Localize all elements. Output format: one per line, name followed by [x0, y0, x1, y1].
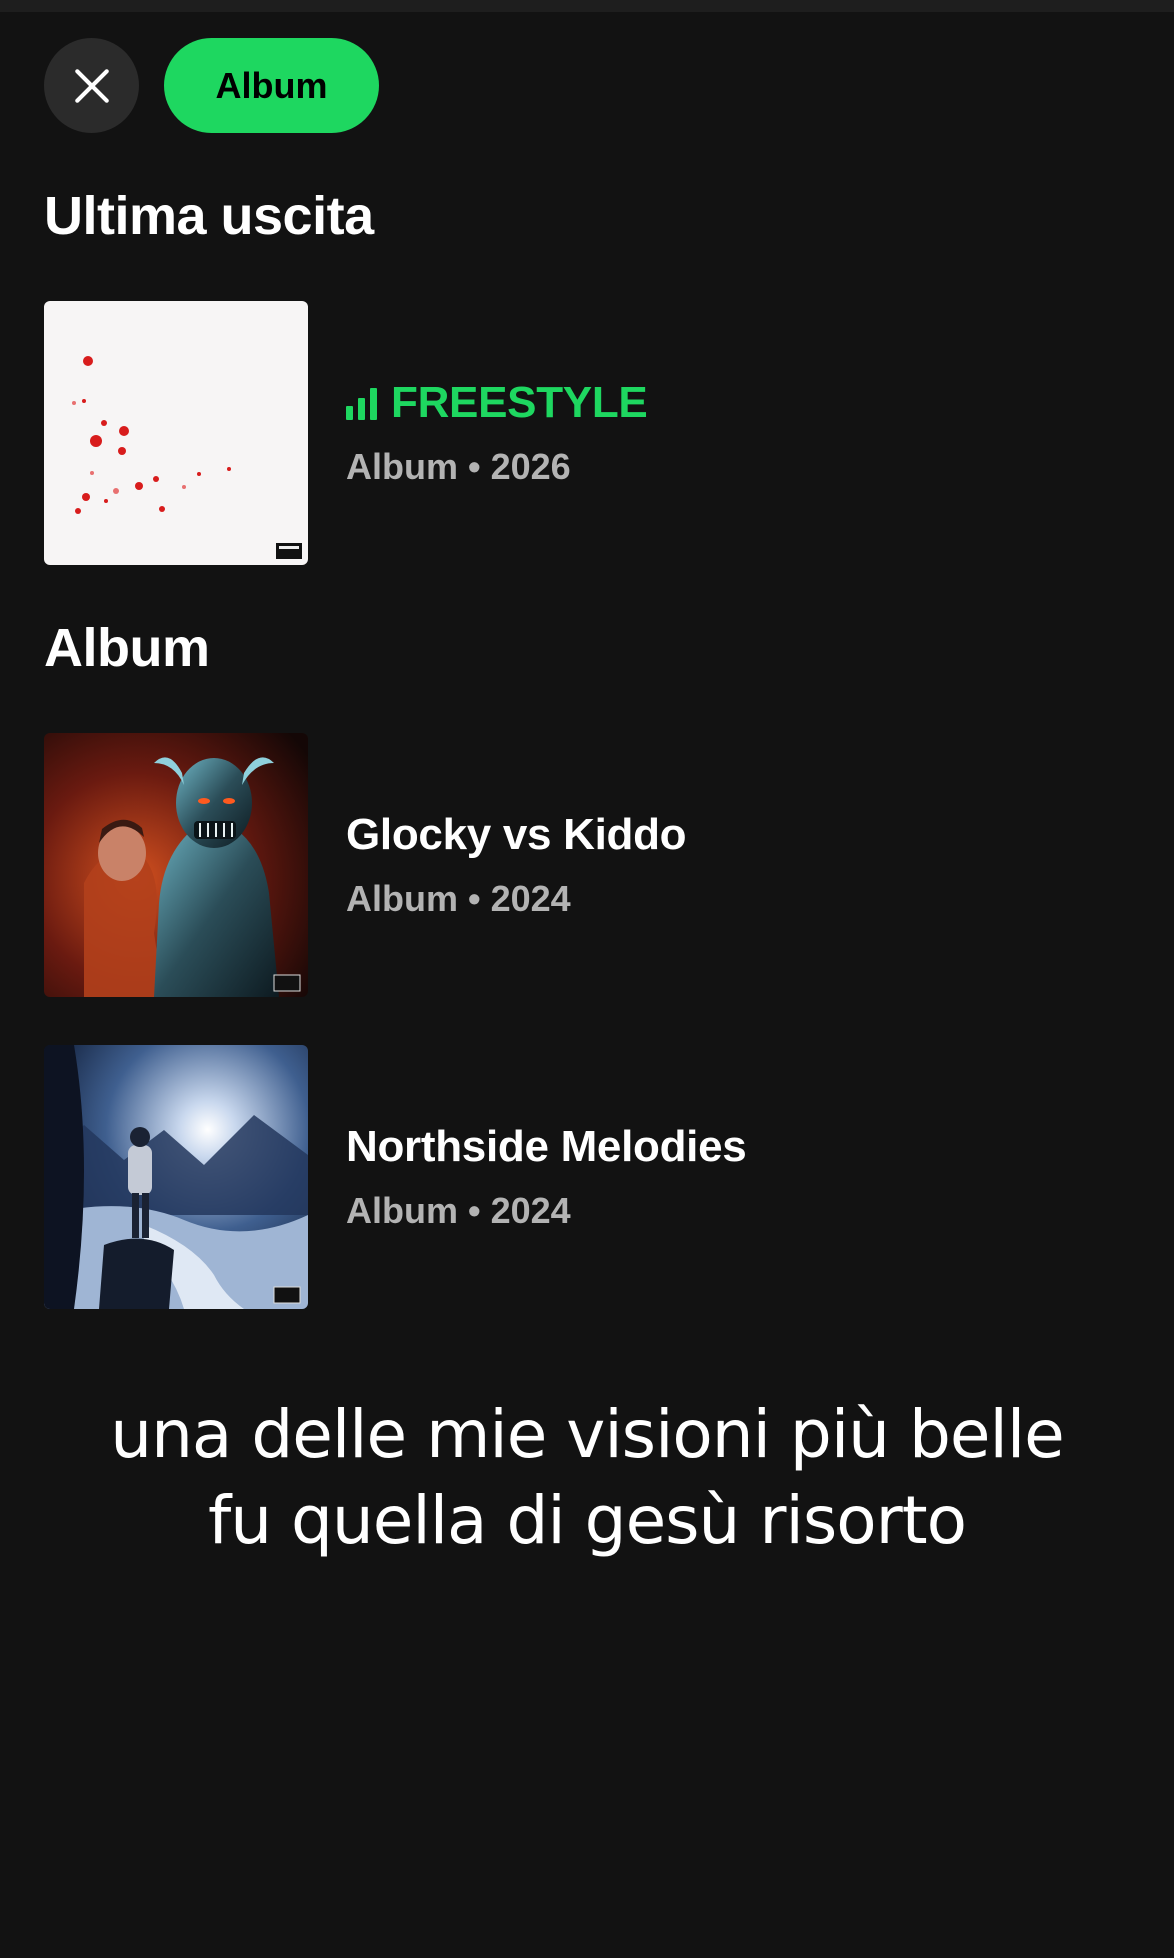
album-title-text: FREESTYLE — [391, 378, 648, 427]
album-subtitle: Album • 2024 — [346, 878, 571, 919]
artist-discography-screen: Album Ultima uscita FREESTYLE Album • 20… — [0, 0, 1174, 1958]
section-title-latest: Ultima uscita — [44, 186, 374, 246]
album-item[interactable]: Northside Melodies Album • 2024 — [44, 1045, 1130, 1309]
album-cover-northside-melodies — [44, 1045, 308, 1309]
album-item[interactable]: Glocky vs Kiddo Album • 2024 — [44, 733, 1130, 997]
latest-release-item[interactable]: FREESTYLE Album • 2026 — [44, 301, 1130, 565]
filter-chip-album[interactable]: Album — [164, 38, 379, 133]
equalizer-icon — [346, 386, 377, 420]
album-cover-freestyle — [44, 301, 308, 565]
album-title-freestyle: FREESTYLE — [346, 378, 648, 428]
caption-line-1: una delle mie visioni più belle — [110, 1396, 1065, 1473]
section-title-albums: Album — [44, 618, 210, 678]
caption-line-2: fu quella di gesù risorto — [207, 1482, 967, 1559]
album-title: Glocky vs Kiddo — [346, 810, 687, 859]
album-subtitle-freestyle: Album • 2026 — [346, 446, 571, 487]
album-title: Northside Melodies — [346, 1122, 747, 1171]
album-subtitle: Album • 2024 — [346, 1190, 571, 1231]
video-caption: una delle mie visioni più belle fu quell… — [0, 1392, 1174, 1564]
album-cover-glocky-vs-kiddo — [44, 733, 308, 997]
clear-filter-button[interactable] — [44, 38, 139, 133]
close-icon — [74, 68, 109, 103]
status-bar-strip — [0, 0, 1174, 12]
